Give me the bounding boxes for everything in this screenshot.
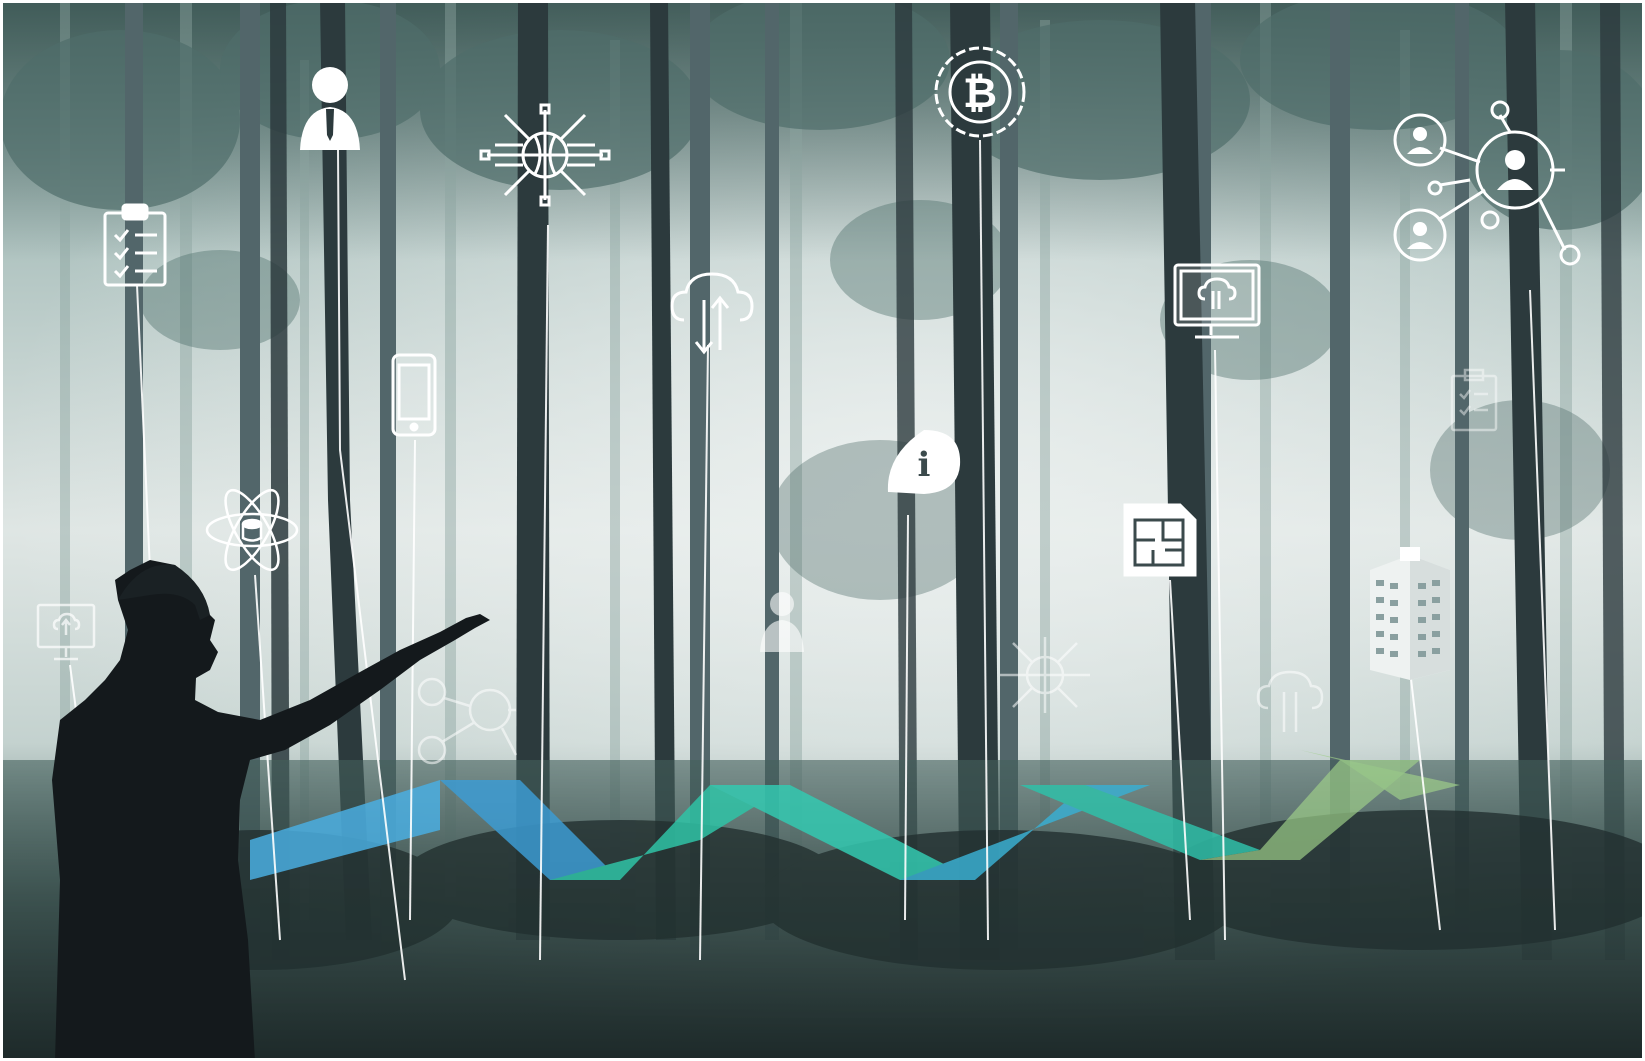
svg-text:i: i xyxy=(918,445,931,485)
monitor-cloud-icon xyxy=(1173,263,1261,339)
bitcoin-icon: ₿ xyxy=(934,46,1026,138)
scene-canvas: ₿ i xyxy=(0,0,1645,1061)
smartphone-icon xyxy=(391,353,437,437)
svg-text:₿: ₿ xyxy=(963,68,997,117)
office-building-icon xyxy=(1370,547,1450,680)
forest-scene: ₿ i xyxy=(0,0,1645,1061)
floor-plan-icon xyxy=(1123,503,1197,577)
